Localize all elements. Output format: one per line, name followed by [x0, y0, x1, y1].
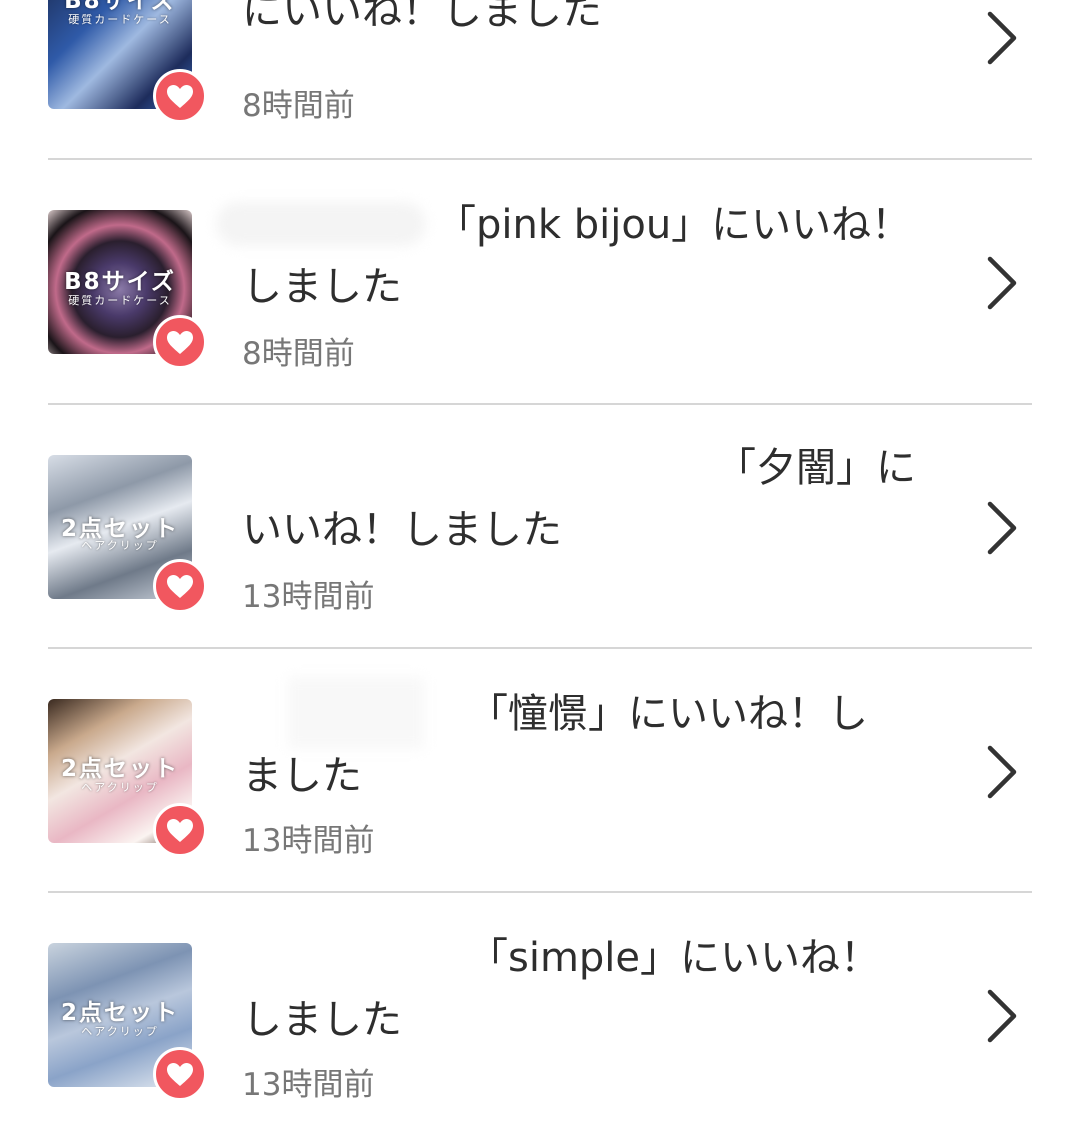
message-line-2: いいね！しました: [242, 507, 562, 553]
heart-icon: [153, 1047, 207, 1101]
chevron-right-icon[interactable]: [984, 10, 1020, 66]
thumbnail-subtitle: 硬質カードケース: [68, 294, 172, 307]
heart-icon: [153, 315, 207, 369]
message-line-1: 「simple」にいいね！: [468, 935, 881, 981]
message-line-1: 「pink bijou」にいいね！: [436, 202, 912, 248]
message-line-1: 「夕闇」に: [716, 445, 916, 491]
notification-item[interactable]: B8サイズ 硬質カードケース にいいね！しました 8時間前: [0, 0, 1080, 160]
message-line-2: しました: [242, 264, 402, 310]
notification-message: 「pink bijou」にいいね！ しました: [242, 194, 942, 318]
thumbnail-title: 2点セット: [60, 756, 179, 782]
notification-item[interactable]: 2点セット ヘアクリップ 「憧憬」にいいね！し ました 13時間前: [0, 649, 1080, 893]
chevron-right-icon[interactable]: [984, 500, 1020, 556]
notification-item[interactable]: B8サイズ 硬質カードケース 「pink bijou」にいいね！ しました 8時…: [0, 160, 1080, 404]
timestamp: 13時間前: [242, 823, 375, 859]
timestamp: 13時間前: [242, 579, 375, 615]
chevron-right-icon[interactable]: [984, 988, 1020, 1044]
notification-message: 「夕闇」に いいね！しました: [242, 437, 942, 561]
thumbnail-title: B8サイズ: [64, 269, 176, 295]
timestamp: 13時間前: [242, 1067, 375, 1103]
message-line-2: しました: [242, 997, 402, 1043]
thumbnail-title: 2点セット: [60, 1000, 179, 1026]
message-line-1: 「憧憬」にいいね！し: [468, 691, 868, 737]
notification-message: にいいね！しました: [242, 0, 942, 42]
thumbnail-subtitle: ヘアクリップ: [81, 539, 159, 552]
timestamp: 8時間前: [242, 336, 355, 372]
message-line-2: ました: [242, 753, 362, 799]
chevron-right-icon[interactable]: [984, 255, 1020, 311]
notification-message: 「憧憬」にいいね！し ました: [242, 683, 942, 807]
chevron-right-icon[interactable]: [984, 744, 1020, 800]
notification-message: 「simple」にいいね！ しました: [242, 927, 942, 1051]
thumbnail-subtitle: ヘアクリップ: [81, 781, 159, 794]
heart-icon: [153, 69, 207, 123]
thumbnail-subtitle: ヘアクリップ: [81, 1025, 159, 1038]
heart-icon: [153, 559, 207, 613]
message-line-2: にいいね！しました: [242, 0, 602, 34]
thumbnail-subtitle: 硬質カードケース: [68, 13, 172, 26]
notification-item[interactable]: 2点セット ヘアクリップ 「simple」にいいね！ しました 13時間前: [0, 893, 1080, 1137]
timestamp: 8時間前: [242, 88, 355, 124]
notification-item[interactable]: 2点セット ヘアクリップ 「夕闇」に いいね！しました 13時間前: [0, 405, 1080, 649]
notification-list: B8サイズ 硬質カードケース にいいね！しました 8時間前 B8サイズ 硬質カー…: [0, 0, 1080, 1103]
heart-icon: [153, 803, 207, 857]
